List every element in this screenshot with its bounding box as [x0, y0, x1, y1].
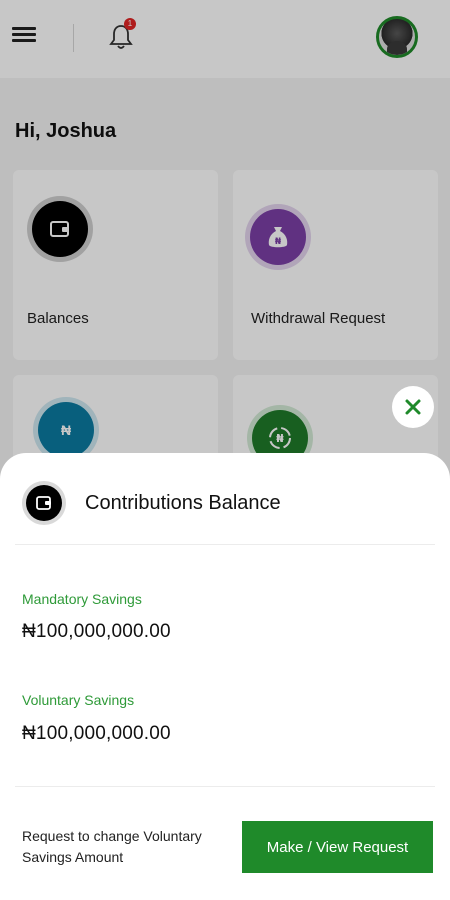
wallet-icon — [22, 481, 66, 525]
sheet-header: Contributions Balance — [22, 481, 281, 525]
close-sheet-button[interactable] — [392, 386, 434, 428]
sheet-title: Contributions Balance — [85, 491, 281, 514]
divider — [15, 786, 435, 787]
mandatory-savings-value: ₦100,000,000.00 — [22, 621, 171, 642]
make-view-request-button[interactable]: Make / View Request — [242, 821, 433, 873]
contributions-balance-sheet: Contributions Balance Mandatory Savings … — [0, 453, 450, 900]
voluntary-savings-label: Voluntary Savings — [22, 692, 135, 708]
voluntary-savings-value: ₦100,000,000.00 — [22, 723, 171, 744]
change-request-note: Request to change Voluntary Savings Amou… — [22, 828, 202, 865]
divider — [15, 544, 435, 545]
mandatory-savings-label: Mandatory Savings — [22, 591, 142, 607]
close-icon — [405, 399, 421, 415]
